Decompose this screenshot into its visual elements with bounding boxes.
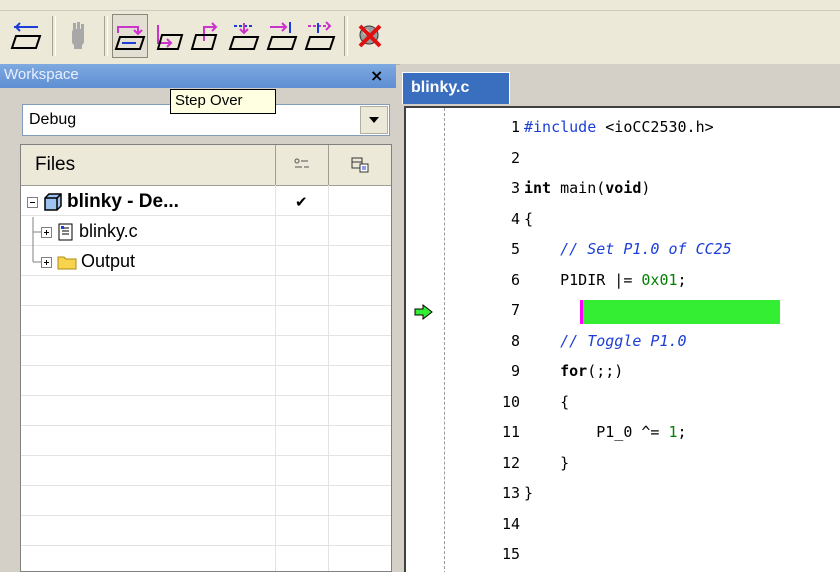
toolbar-separator	[104, 16, 108, 56]
break-hand-icon	[72, 22, 84, 49]
check-icon: ✔	[295, 193, 308, 211]
make-status-column-header[interactable]	[276, 145, 329, 185]
line-number: 12	[501, 453, 520, 472]
grid-row-line	[21, 485, 391, 486]
workspace-pane: Workspace × Debug Files blinky - De... ✔…	[0, 64, 396, 572]
code-line: }	[524, 453, 570, 472]
reset-button[interactable]	[8, 14, 44, 58]
code-line: {	[524, 209, 534, 228]
grid-row-line	[21, 515, 391, 516]
toolbar-separator	[52, 16, 56, 56]
code-editor[interactable]: 1 #include <ioCC2530.h> 2 3 int main(void) 4{…	[404, 106, 840, 572]
code-line: for(;;)	[560, 362, 624, 380]
grid-column-line	[275, 185, 276, 571]
line-number: 4	[510, 209, 520, 228]
configuration-value: Debug	[29, 111, 77, 128]
text-cursor	[580, 300, 583, 324]
grid-row-line	[21, 545, 391, 546]
tooltip-text: Step Over	[175, 92, 243, 109]
output-folder-name: Output	[81, 251, 136, 271]
current-statement-highlight	[580, 300, 780, 324]
code-line: }	[524, 484, 534, 502]
next-statement-icon	[228, 23, 260, 50]
tree-item-project[interactable]: blinky - De... ✔	[21, 187, 308, 217]
run-to-cursor-icon	[266, 22, 298, 50]
code-line: P1DIR |= 0x01;	[524, 270, 687, 289]
go-icon	[304, 21, 336, 50]
step-into-button[interactable]	[150, 14, 186, 58]
line-number: 9	[510, 362, 520, 380]
grid-row-line	[21, 335, 391, 336]
project-cube-icon	[44, 193, 62, 211]
next-statement-button[interactable]	[226, 14, 262, 58]
line-number: 7	[510, 301, 520, 319]
chevron-down-icon[interactable]	[360, 106, 388, 134]
grid-row-line	[21, 395, 391, 396]
options-column-header[interactable]	[329, 145, 391, 185]
tab-blinky-c[interactable]: blinky.c	[402, 72, 510, 104]
expand-icon[interactable]	[41, 257, 52, 268]
line-number: 6	[510, 270, 520, 289]
editor-pane: blinky.c 1 #include <ioCC2530.h> 2 3 int mai…	[400, 64, 840, 572]
code-line: {	[524, 392, 570, 411]
run-to-cursor-button[interactable]	[264, 14, 300, 58]
grid-row-line	[21, 365, 391, 366]
close-icon[interactable]: ×	[370, 66, 383, 85]
toolbar-separator	[344, 16, 348, 56]
grid-column-line	[328, 185, 329, 571]
line-number: 10	[501, 392, 520, 411]
line-number: 3	[510, 179, 520, 197]
line-number: 11	[501, 423, 520, 441]
tree-item-source-file[interactable]: blinky.c	[21, 217, 275, 247]
grid-row-line	[21, 305, 391, 306]
folder-icon	[57, 256, 77, 270]
current-statement-arrow-icon	[414, 304, 433, 320]
stop-debugging-button[interactable]	[352, 14, 388, 58]
line-number: 13	[501, 484, 520, 502]
tree-item-output-folder[interactable]: Output	[21, 247, 275, 277]
line-number: 15	[501, 545, 520, 563]
step-over-tooltip: Step Over	[170, 89, 276, 114]
source-file-name: blinky.c	[79, 221, 138, 241]
files-column-header[interactable]: Files	[21, 145, 276, 185]
options-grid-icon	[351, 157, 369, 173]
step-over-button[interactable]	[112, 14, 148, 58]
line-number: 5	[510, 240, 520, 258]
workspace-title-bar: Workspace ×	[0, 64, 396, 88]
breakpoint-gutter[interactable]	[406, 108, 445, 572]
expand-icon[interactable]	[41, 227, 52, 238]
go-button[interactable]	[302, 14, 338, 58]
line-number: 1	[510, 118, 520, 136]
project-name: blinky - De...	[67, 191, 179, 212]
step-reset-icon	[10, 22, 42, 49]
line-number: 14	[501, 514, 520, 533]
code-line: // Set P1.0 of CC25	[560, 240, 732, 258]
code-line: #include <ioCC2530.h>	[524, 118, 714, 136]
tab-label: blinky.c	[411, 79, 470, 96]
break-button[interactable]	[60, 14, 96, 58]
step-into-icon	[156, 25, 184, 50]
line-number: 2	[510, 148, 520, 167]
c-file-icon	[58, 223, 73, 241]
step-out-button[interactable]	[188, 14, 224, 58]
collapse-icon[interactable]	[27, 197, 38, 208]
toolbar-top-strip	[0, 0, 840, 11]
step-out-icon	[190, 22, 218, 50]
files-header-label: Files	[35, 154, 76, 175]
debug-toolbar	[0, 0, 840, 65]
files-header: Files	[21, 145, 391, 186]
code-line: P1_0 ^= 1;	[524, 423, 687, 441]
code-line: // Toggle P1.0	[560, 331, 687, 350]
files-tree-view: Files blinky - De... ✔ blinky.c Output	[20, 144, 392, 572]
grid-row-line	[21, 425, 391, 426]
grid-row-line	[21, 455, 391, 456]
make-status-icon	[294, 158, 309, 168]
line-number: 8	[510, 331, 520, 350]
step-over-icon	[114, 26, 146, 50]
stop-debugging-icon	[358, 24, 382, 48]
workspace-title: Workspace	[4, 66, 79, 83]
code-line: int main(void)	[524, 179, 651, 197]
